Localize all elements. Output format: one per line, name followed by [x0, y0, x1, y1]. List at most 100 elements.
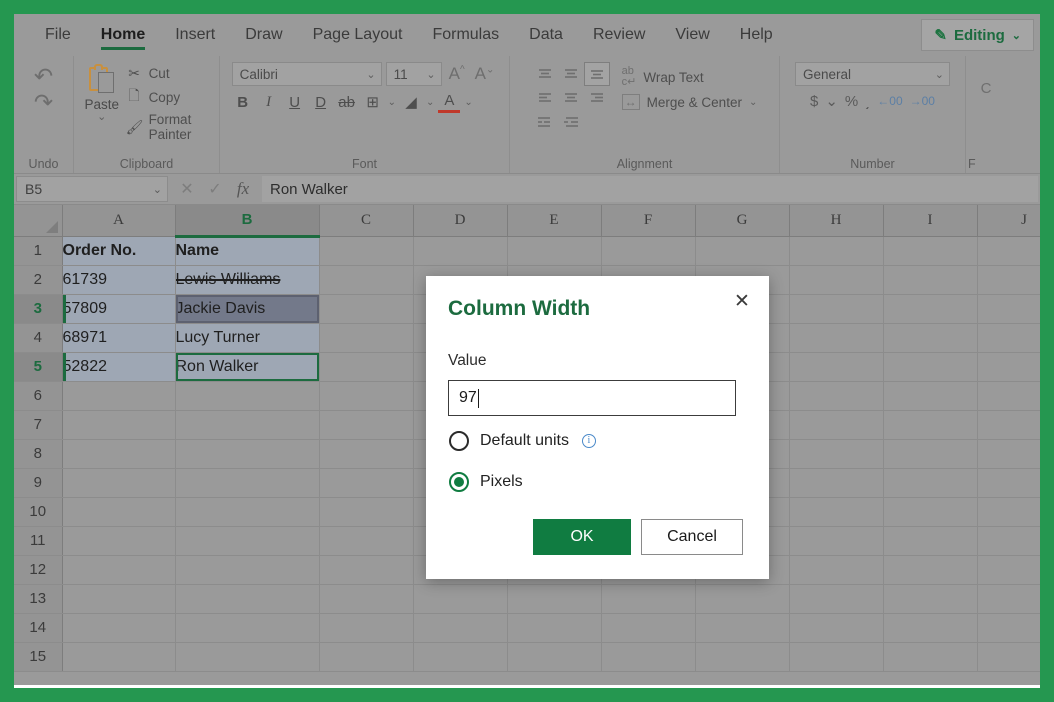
cell-g14[interactable]: [695, 613, 789, 642]
cell-a9[interactable]: [62, 468, 175, 497]
cell-g1[interactable]: [695, 236, 789, 265]
bold-icon[interactable]: B: [232, 91, 254, 113]
cell-d14[interactable]: [413, 613, 507, 642]
cell-a4[interactable]: 68971: [62, 323, 175, 352]
cell-h12[interactable]: [789, 555, 883, 584]
decrease-decimal-icon[interactable]: →00: [910, 94, 935, 108]
cell-b3[interactable]: Jackie Davis: [175, 294, 319, 323]
cell-b5-active[interactable]: Ron Walker: [175, 352, 319, 381]
cell-e1[interactable]: [507, 236, 601, 265]
align-left-icon[interactable]: [532, 86, 558, 110]
cell-i10[interactable]: [883, 497, 977, 526]
tab-formulas[interactable]: Formulas: [417, 14, 514, 56]
cell-e15[interactable]: [507, 642, 601, 671]
cell-j6[interactable]: [977, 381, 1040, 410]
column-header-g[interactable]: G: [695, 205, 789, 236]
cell-a6[interactable]: [62, 381, 175, 410]
cell-b6[interactable]: [175, 381, 319, 410]
cell-i8[interactable]: [883, 439, 977, 468]
tab-draw[interactable]: Draw: [230, 14, 297, 56]
cell-j8[interactable]: [977, 439, 1040, 468]
cell-j7[interactable]: [977, 410, 1040, 439]
align-top-icon[interactable]: [532, 62, 558, 86]
copy-button[interactable]: 🗋 Copy: [126, 85, 211, 109]
cut-button[interactable]: ✂ Cut: [126, 65, 211, 82]
cell-a1[interactable]: Order No.: [62, 236, 175, 265]
cell-c10[interactable]: [319, 497, 413, 526]
cell-d13[interactable]: [413, 584, 507, 613]
cell-j5[interactable]: [977, 352, 1040, 381]
cell-a11[interactable]: [62, 526, 175, 555]
cell-c4[interactable]: [319, 323, 413, 352]
increase-decimal-icon[interactable]: ←00: [877, 94, 902, 108]
cell-h3[interactable]: [789, 294, 883, 323]
cell-h15[interactable]: [789, 642, 883, 671]
align-bottom-icon[interactable]: [584, 62, 610, 86]
cell-f1[interactable]: [601, 236, 695, 265]
cell-a7[interactable]: [62, 410, 175, 439]
cell-c6[interactable]: [319, 381, 413, 410]
cell-b1[interactable]: Name: [175, 236, 319, 265]
cell-i13[interactable]: [883, 584, 977, 613]
cell-f15[interactable]: [601, 642, 695, 671]
name-box[interactable]: B5 ⌄: [16, 176, 168, 202]
cell-g15[interactable]: [695, 642, 789, 671]
column-header-j[interactable]: J: [977, 205, 1040, 236]
row-header-4[interactable]: 4: [14, 323, 62, 352]
fill-color-icon[interactable]: ◢: [400, 91, 422, 113]
row-header-14[interactable]: 14: [14, 613, 62, 642]
tab-file[interactable]: File: [30, 14, 86, 56]
cell-i11[interactable]: [883, 526, 977, 555]
formula-input[interactable]: Ron Walker: [262, 176, 1038, 202]
cell-i5[interactable]: [883, 352, 977, 381]
close-icon[interactable]: ✕: [727, 286, 757, 316]
row-header-15[interactable]: 15: [14, 642, 62, 671]
strikethrough-icon[interactable]: ab: [336, 91, 358, 113]
cancel-button[interactable]: Cancel: [641, 519, 743, 555]
number-format-select[interactable]: General ⌄: [795, 62, 950, 86]
undo-arrow-icon[interactable]: ↶: [34, 64, 53, 88]
row-header-1[interactable]: 1: [14, 236, 62, 265]
ok-button[interactable]: OK: [533, 519, 631, 555]
cell-a12[interactable]: [62, 555, 175, 584]
column-header-a[interactable]: A: [62, 205, 175, 236]
font-size-select[interactable]: 11 ⌄: [386, 62, 442, 86]
cell-g13[interactable]: [695, 584, 789, 613]
cell-a2[interactable]: 61739: [62, 265, 175, 294]
cell-c7[interactable]: [319, 410, 413, 439]
cell-c3[interactable]: [319, 294, 413, 323]
cell-b2[interactable]: Lewis Williams: [175, 265, 319, 294]
cell-j3[interactable]: [977, 294, 1040, 323]
row-header-6[interactable]: 6: [14, 381, 62, 410]
cell-e14[interactable]: [507, 613, 601, 642]
cell-h14[interactable]: [789, 613, 883, 642]
cell-a10[interactable]: [62, 497, 175, 526]
cell-b14[interactable]: [175, 613, 319, 642]
radio-default-units[interactable]: Default units i: [449, 431, 596, 451]
cell-b7[interactable]: [175, 410, 319, 439]
cell-c5[interactable]: [319, 352, 413, 381]
increase-indent-icon[interactable]: [558, 110, 584, 134]
cell-h5[interactable]: [789, 352, 883, 381]
cell-i6[interactable]: [883, 381, 977, 410]
column-width-value-input[interactable]: 97: [448, 380, 736, 416]
cell-c9[interactable]: [319, 468, 413, 497]
select-all-corner-icon[interactable]: [14, 205, 62, 236]
cell-f14[interactable]: [601, 613, 695, 642]
cell-i14[interactable]: [883, 613, 977, 642]
cell-j2[interactable]: [977, 265, 1040, 294]
chevron-down-icon[interactable]: ⌄: [464, 97, 472, 108]
cell-b15[interactable]: [175, 642, 319, 671]
cell-h4[interactable]: [789, 323, 883, 352]
cell-a14[interactable]: [62, 613, 175, 642]
cell-j1[interactable]: [977, 236, 1040, 265]
chevron-down-icon[interactable]: ⌄: [426, 97, 434, 108]
currency-icon[interactable]: $: [810, 93, 818, 110]
row-header-12[interactable]: 12: [14, 555, 62, 584]
cell-h7[interactable]: [789, 410, 883, 439]
tab-page-layout[interactable]: Page Layout: [298, 14, 418, 56]
cell-b12[interactable]: [175, 555, 319, 584]
cell-h11[interactable]: [789, 526, 883, 555]
cell-i4[interactable]: [883, 323, 977, 352]
tab-insert[interactable]: Insert: [160, 14, 230, 56]
